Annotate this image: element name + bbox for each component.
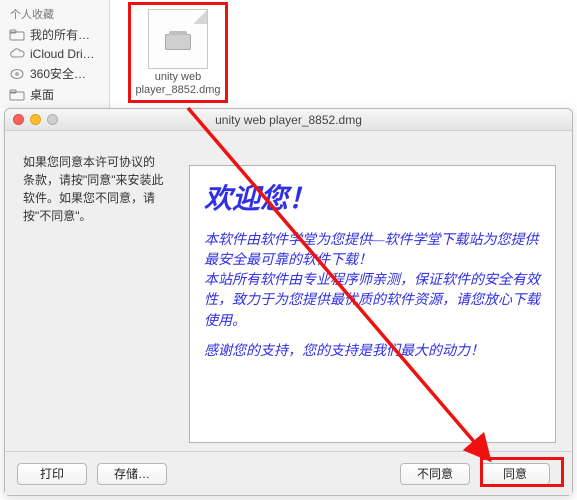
zoom-icon[interactable] [47, 114, 58, 125]
dmg-file-icon [148, 9, 208, 69]
finder-sidebar: 个人收藏 我的所有… iCloud Dri… 360安全… 桌面 [0, 0, 110, 108]
sidebar-item-desktop[interactable]: 桌面 [0, 84, 109, 105]
close-icon[interactable] [13, 114, 24, 125]
folder-icon [8, 88, 26, 102]
save-button[interactable]: 存储… [97, 463, 167, 485]
sidebar-item-label: 我的所有… [30, 26, 90, 43]
disk-icon [8, 67, 26, 81]
file-label: unity web player_8852.dmg [131, 71, 225, 96]
sidebar-item-icloud[interactable]: iCloud Dri… [0, 45, 109, 63]
license-dialog: unity web player_8852.dmg 如果您同意本许可协议的条款，… [4, 108, 573, 496]
folder-icon [8, 28, 26, 42]
window-titlebar: unity web player_8852.dmg [5, 109, 572, 131]
disagree-button[interactable]: 不同意 [400, 463, 470, 485]
traffic-lights [13, 114, 58, 125]
doc-thanks: 感谢您的支持，您的支持是我们最大的动力！ [204, 342, 541, 362]
window-title: unity web player_8852.dmg [215, 113, 362, 127]
agree-button[interactable]: 同意 [480, 463, 550, 485]
finder-window: 个人收藏 我的所有… iCloud Dri… 360安全… 桌面 [0, 0, 577, 108]
sidebar-item-all-files[interactable]: 我的所有… [0, 24, 109, 45]
print-button[interactable]: 打印 [17, 463, 87, 485]
finder-file-area: unity web player_8852.dmg [110, 0, 577, 108]
dialog-content: 如果您同意本许可协议的条款，请按"同意"来安装此软件。如果您不同意，请按"不同意… [5, 131, 572, 451]
doc-body: 本软件由软件学堂为您提供—软件学堂下载站为您提供最安全最可靠的软件下载！本站所有… [204, 231, 541, 332]
dialog-button-bar: 打印 存储… 不同意 同意 [5, 451, 572, 495]
license-instruction-text: 如果您同意本许可协议的条款，请按"同意"来安装此软件。如果您不同意，请按"不同意… [5, 131, 179, 451]
sidebar-item-360[interactable]: 360安全… [0, 63, 109, 84]
sidebar-item-label: 桌面 [30, 86, 54, 103]
cloud-icon [8, 47, 26, 61]
minimize-icon[interactable] [30, 114, 41, 125]
file-tile-dmg[interactable]: unity web player_8852.dmg [128, 2, 228, 103]
doc-title: 欢迎您！ [204, 180, 541, 221]
sidebar-item-label: 360安全… [30, 65, 86, 82]
sidebar-section-header: 个人收藏 [0, 4, 109, 24]
license-document: 欢迎您！ 本软件由软件学堂为您提供—软件学堂下载站为您提供最安全最可靠的软件下载… [189, 165, 556, 443]
sidebar-item-label: iCloud Dri… [30, 47, 95, 61]
